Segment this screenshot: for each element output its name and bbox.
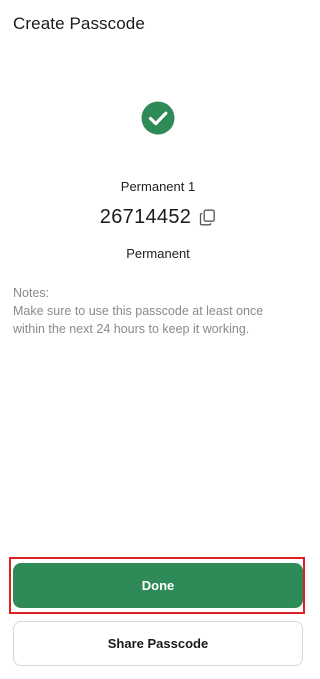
- notes-line-2: within the next 24 hours to keep it work…: [13, 322, 250, 336]
- passcode-row: 26714452: [0, 206, 316, 229]
- notes-line-1: Make sure to use this passcode at least …: [13, 304, 264, 318]
- passcode-value: 26714452: [99, 206, 192, 228]
- done-button[interactable]: Done: [13, 563, 303, 608]
- passcode-type: Permanent: [126, 246, 190, 261]
- create-passcode-screen: Create Passcode Permanent 1 26714452 Per…: [0, 0, 316, 679]
- notes-section: Notes: Make sure to use this passcode at…: [13, 284, 305, 338]
- copy-icon[interactable]: [199, 209, 216, 226]
- passcode-name: Permanent 1: [120, 179, 196, 194]
- page-title: Create Passcode: [13, 14, 145, 33]
- share-passcode-button[interactable]: Share Passcode: [13, 621, 303, 666]
- check-circle-icon: [141, 101, 175, 135]
- notes-heading: Notes:: [13, 286, 50, 300]
